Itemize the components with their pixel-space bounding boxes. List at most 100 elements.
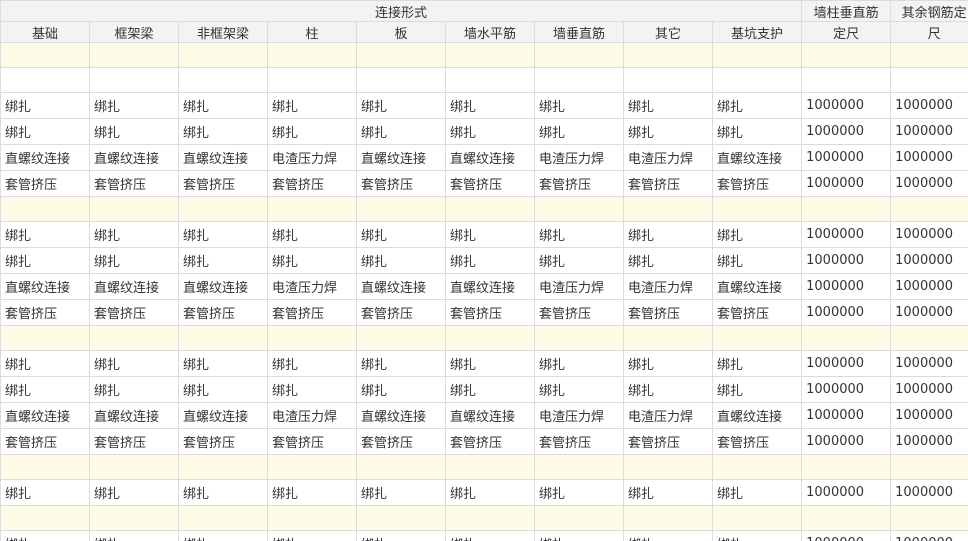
table-cell[interactable]: 套管挤压 (89, 428, 179, 455)
table-cell[interactable]: 绑扎 (445, 376, 535, 403)
table-cell[interactable]: 套管挤压 (178, 428, 268, 455)
table-cell[interactable]: 绑扎 (267, 479, 357, 506)
table-cell[interactable]: 绑扎 (267, 247, 357, 274)
table-cell[interactable]: 直螺纹连接 (89, 273, 179, 300)
table-cell[interactable]: 电渣压力焊 (623, 402, 713, 429)
table-cell[interactable]: 绑扎 (267, 376, 357, 403)
table-cell[interactable]: 电渣压力焊 (623, 144, 713, 171)
table-cell[interactable]: 绑扎 (267, 118, 357, 145)
table-cell[interactable]: 绑扎 (0, 479, 90, 506)
table-cell[interactable]: 1000000 (890, 247, 968, 274)
table-cell[interactable]: 套管挤压 (0, 299, 90, 326)
table-cell[interactable]: 绑扎 (267, 92, 357, 119)
table-cell[interactable]: 绑扎 (534, 118, 624, 145)
table-cell[interactable]: 直螺纹连接 (178, 144, 268, 171)
table-cell[interactable]: 1000000 (890, 402, 968, 429)
table-cell[interactable]: 电渣压力焊 (534, 273, 624, 300)
col-header-wall-vertical-length-l1[interactable]: 墙柱垂直筋 (801, 0, 892, 22)
table-cell[interactable]: 套管挤压 (623, 428, 713, 455)
table-cell[interactable]: 套管挤压 (267, 170, 357, 197)
table-cell[interactable]: 套管挤压 (356, 299, 446, 326)
table-cell[interactable]: 套管挤压 (356, 170, 446, 197)
col-header-wall-vertical-length-l2[interactable]: 定尺 (801, 21, 892, 43)
table-cell[interactable]: 绑扎 (534, 350, 624, 377)
table-cell[interactable]: 绑扎 (356, 92, 446, 119)
col-header-frame-beam[interactable]: 框架梁 (89, 21, 179, 43)
table-cell[interactable]: 绑扎 (89, 350, 179, 377)
table-cell[interactable]: 绑扎 (445, 221, 535, 248)
table-cell[interactable]: 绑扎 (445, 530, 535, 541)
table-cell[interactable]: 绑扎 (534, 92, 624, 119)
table-cell[interactable]: 电渣压力焊 (534, 144, 624, 171)
table-cell[interactable]: 绑扎 (534, 221, 624, 248)
table-cell[interactable]: 绑扎 (711, 221, 803, 248)
table-cell[interactable]: 直螺纹连接 (178, 273, 268, 300)
table-cell[interactable]: 套管挤压 (0, 170, 90, 197)
table-cell[interactable]: 1000000 (801, 273, 892, 300)
table-cell[interactable]: 绑扎 (356, 118, 446, 145)
table-cell[interactable]: 电渣压力焊 (267, 402, 357, 429)
table-cell[interactable]: 绑扎 (623, 221, 713, 248)
table-cell[interactable]: 套管挤压 (445, 299, 535, 326)
table-cell[interactable]: 1000000 (801, 376, 892, 403)
table-cell[interactable]: 套管挤压 (623, 170, 713, 197)
table-cell[interactable]: 套管挤压 (534, 428, 624, 455)
table-cell[interactable]: 绑扎 (178, 221, 268, 248)
table-cell[interactable]: 绑扎 (0, 247, 90, 274)
table-cell[interactable]: 1000000 (801, 479, 892, 506)
table-cell[interactable]: 套管挤压 (356, 428, 446, 455)
table-cell[interactable]: 1000000 (801, 247, 892, 274)
table-cell[interactable]: 1000000 (801, 428, 892, 455)
table-cell[interactable]: 电渣压力焊 (267, 273, 357, 300)
table-cell[interactable]: 1000000 (890, 144, 968, 171)
table-cell[interactable]: 套管挤压 (711, 299, 803, 326)
table-cell[interactable]: 绑扎 (623, 92, 713, 119)
table-cell[interactable]: 绑扎 (178, 479, 268, 506)
table-cell[interactable]: 绑扎 (711, 350, 803, 377)
table-cell[interactable]: 1000000 (801, 299, 892, 326)
table-cell[interactable]: 绑扎 (0, 221, 90, 248)
table-cell[interactable]: 绑扎 (623, 118, 713, 145)
table-cell[interactable]: 绑扎 (534, 247, 624, 274)
table-cell[interactable]: 套管挤压 (89, 170, 179, 197)
table-cell[interactable]: 绑扎 (89, 479, 179, 506)
table-cell[interactable]: 1000000 (890, 92, 968, 119)
col-header-pit-support[interactable]: 基坑支护 (711, 21, 803, 43)
table-cell[interactable]: 直螺纹连接 (711, 273, 803, 300)
table-cell[interactable]: 套管挤压 (0, 428, 90, 455)
table-cell[interactable]: 绑扎 (445, 350, 535, 377)
table-cell[interactable]: 绑扎 (356, 479, 446, 506)
table-cell[interactable]: 直螺纹连接 (0, 402, 90, 429)
table-cell[interactable]: 绑扎 (711, 376, 803, 403)
table-cell[interactable]: 绑扎 (356, 221, 446, 248)
table-cell[interactable]: 绑扎 (178, 350, 268, 377)
table-cell[interactable]: 1000000 (890, 299, 968, 326)
table-cell[interactable]: 绑扎 (89, 221, 179, 248)
col-header-wall-horizontal[interactable]: 墙水平筋 (445, 21, 535, 43)
table-cell[interactable]: 绑扎 (89, 376, 179, 403)
col-header-non-frame-beam[interactable]: 非框架梁 (178, 21, 268, 43)
table-cell[interactable]: 1000000 (801, 530, 892, 541)
table-cell[interactable]: 直螺纹连接 (356, 402, 446, 429)
table-cell[interactable]: 套管挤压 (623, 299, 713, 326)
col-header-other-rebar-length-l2[interactable]: 尺 (890, 21, 968, 43)
table-cell[interactable]: 直螺纹连接 (356, 144, 446, 171)
table-cell[interactable]: 电渣压力焊 (623, 273, 713, 300)
table-cell[interactable]: 绑扎 (178, 92, 268, 119)
table-cell[interactable]: 直螺纹连接 (711, 144, 803, 171)
col-header-slab[interactable]: 板 (356, 21, 446, 43)
table-cell[interactable]: 绑扎 (0, 376, 90, 403)
table-cell[interactable]: 套管挤压 (445, 428, 535, 455)
table-cell[interactable]: 绑扎 (89, 92, 179, 119)
table-cell[interactable]: 绑扎 (178, 118, 268, 145)
table-cell[interactable]: 直螺纹连接 (356, 273, 446, 300)
table-cell[interactable]: 套管挤压 (711, 428, 803, 455)
table-cell[interactable]: 绑扎 (356, 247, 446, 274)
col-header-foundation[interactable]: 基础 (0, 21, 90, 43)
table-cell[interactable]: 绑扎 (623, 247, 713, 274)
table-cell[interactable]: 1000000 (890, 350, 968, 377)
table-cell[interactable]: 绑扎 (623, 376, 713, 403)
table-cell[interactable]: 绑扎 (356, 376, 446, 403)
table-cell[interactable]: 套管挤压 (178, 170, 268, 197)
table-cell[interactable]: 绑扎 (534, 376, 624, 403)
